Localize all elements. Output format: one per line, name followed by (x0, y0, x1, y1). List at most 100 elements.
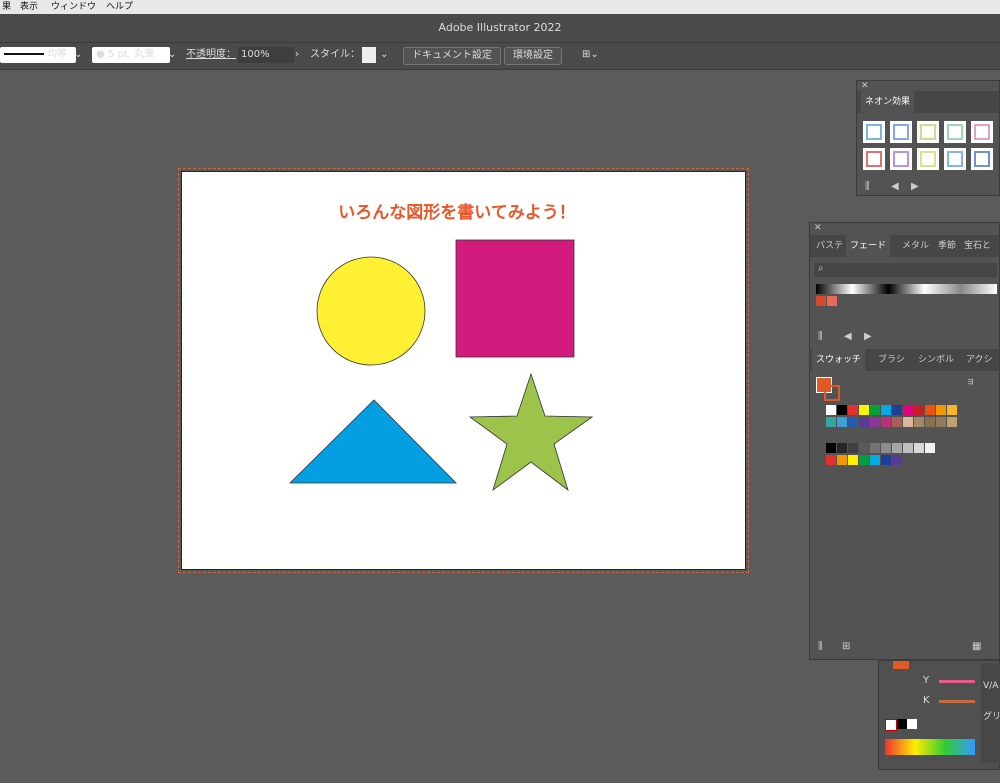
opacity-input[interactable]: 100% (238, 47, 294, 63)
prev-icon[interactable]: ◀ (891, 181, 899, 192)
stroke-color-indicator[interactable] (824, 385, 840, 401)
swatch-cell[interactable] (837, 417, 847, 427)
swatch-cell[interactable] (881, 455, 891, 465)
swatch-cell[interactable] (936, 405, 946, 415)
swatch-cell[interactable] (925, 443, 935, 453)
chevron-down-icon[interactable]: ⌄ (74, 47, 82, 63)
tab-fade[interactable]: フェード (846, 235, 891, 257)
swatch-options-icon[interactable]: ▦ (972, 641, 981, 652)
swatch-cell[interactable] (947, 417, 957, 427)
yellow-circle[interactable] (316, 256, 426, 366)
tab-actions[interactable]: アクショ (962, 349, 999, 387)
swatch-cell[interactable] (936, 417, 946, 427)
swatch-cell[interactable] (914, 405, 924, 415)
swatch-cell[interactable] (914, 443, 924, 453)
swatch-cell[interactable] (859, 405, 869, 415)
swatch-cell[interactable] (903, 443, 913, 453)
opacity-label[interactable]: 不透明度： (186, 47, 236, 63)
neon-swatch[interactable] (944, 148, 966, 170)
swatch-cell[interactable] (826, 417, 836, 427)
menu-help[interactable]: ヘルプ (106, 0, 133, 14)
tab-symbols[interactable]: シンボル (914, 349, 958, 371)
none-swatch[interactable] (885, 719, 897, 731)
neon-swatch[interactable] (917, 121, 939, 143)
tab-gem[interactable]: 宝石と (960, 235, 995, 257)
menu-effect[interactable]: 果 (2, 0, 11, 14)
magenta-square[interactable] (455, 239, 575, 358)
neon-swatch[interactable] (971, 148, 993, 170)
white-swatch[interactable] (907, 719, 917, 729)
swatch-cell[interactable] (870, 455, 880, 465)
neon-swatch[interactable] (917, 148, 939, 170)
library-icon[interactable]: ⫼ (818, 641, 823, 652)
document-setup-button[interactable]: ドキュメント設定 (403, 47, 501, 65)
swatch-cell[interactable] (848, 443, 858, 453)
tab-season[interactable]: 季節 (934, 235, 960, 257)
tab-brushes[interactable]: ブラシ (874, 349, 909, 371)
chevron-down-icon[interactable]: ⌄ (168, 47, 176, 63)
k-slider[interactable] (939, 700, 975, 703)
swatch-cell[interactable] (859, 417, 869, 427)
swatch-cell[interactable] (826, 405, 836, 415)
swatch-cell[interactable] (881, 443, 891, 453)
neon-swatch[interactable] (944, 121, 966, 143)
color-spectrum[interactable] (885, 739, 975, 755)
neon-swatch[interactable] (890, 121, 912, 143)
swatch-cell[interactable] (892, 455, 902, 465)
swatch-cell[interactable] (903, 417, 913, 427)
artboard[interactable]: いろんな図形を書いてみよう！ (181, 171, 746, 570)
close-icon[interactable]: ✕ (861, 81, 869, 91)
color-panel-fill[interactable] (893, 661, 909, 669)
tab-neon[interactable]: ネオン効果 (861, 91, 915, 113)
preferences-button[interactable]: 環境設定 (504, 47, 562, 65)
swatch-cell[interactable] (925, 417, 935, 427)
blue-triangle[interactable] (289, 399, 457, 484)
swatch-cell[interactable] (892, 417, 902, 427)
stroke-profile-select[interactable]: 均等 (0, 47, 76, 63)
swatch-cell[interactable] (892, 443, 902, 453)
prev-icon[interactable]: ◀ (844, 331, 852, 342)
next-icon[interactable]: ▶ (911, 181, 919, 192)
swatch-cell[interactable] (837, 405, 847, 415)
swatch-cell[interactable] (947, 405, 957, 415)
brush-select[interactable]: ● 5 pt. 丸筆 (92, 47, 170, 63)
neon-swatch[interactable] (863, 148, 885, 170)
swatch-cell[interactable] (892, 405, 902, 415)
swatch-cell[interactable] (914, 417, 924, 427)
swatch-cell[interactable] (859, 443, 869, 453)
y-slider[interactable] (939, 680, 975, 683)
library-icon[interactable]: ⫼ (818, 331, 823, 342)
neon-swatch[interactable] (971, 121, 993, 143)
next-icon[interactable]: ▶ (864, 331, 872, 342)
close-icon[interactable]: ✕ (814, 223, 822, 233)
neon-swatch[interactable] (890, 148, 912, 170)
menu-window[interactable]: ウィンドウ (51, 0, 96, 14)
style-swatch[interactable] (362, 47, 376, 63)
swatch-cell[interactable] (848, 417, 858, 427)
chevron-right-icon[interactable]: › (295, 47, 299, 63)
swatch-cell[interactable] (881, 405, 891, 415)
black-swatch[interactable] (897, 719, 907, 729)
neon-swatch[interactable] (863, 121, 885, 143)
tab-metal[interactable]: メタル (898, 235, 933, 257)
fade-swatch-red-pattern[interactable] (827, 296, 837, 306)
swatch-cell[interactable] (870, 417, 880, 427)
swatch-cell[interactable] (870, 443, 880, 453)
swatch-kind-icon[interactable]: ⊞ (842, 641, 850, 652)
swatch-cell[interactable] (837, 443, 847, 453)
fade-swatch-red[interactable] (816, 296, 826, 306)
search-input[interactable]: ⌕ (814, 263, 997, 277)
library-icon[interactable]: ⫼ (865, 181, 870, 192)
swatch-cell[interactable] (837, 455, 847, 465)
chevron-down-icon[interactable]: ⌄ (380, 47, 388, 63)
arrange-icon[interactable]: ⊞⌄ (582, 47, 599, 63)
swatch-cell[interactable] (826, 455, 836, 465)
tab-pastel[interactable]: パステ (812, 235, 847, 257)
fade-gradient-swatches[interactable] (816, 284, 997, 294)
swatch-cell[interactable] (903, 405, 913, 415)
swatch-cell[interactable] (881, 417, 891, 427)
swatch-cell[interactable] (848, 455, 858, 465)
swatch-cell[interactable] (848, 405, 858, 415)
swatch-cell[interactable] (826, 443, 836, 453)
tab-swatches[interactable]: スウォッチ (812, 349, 866, 371)
